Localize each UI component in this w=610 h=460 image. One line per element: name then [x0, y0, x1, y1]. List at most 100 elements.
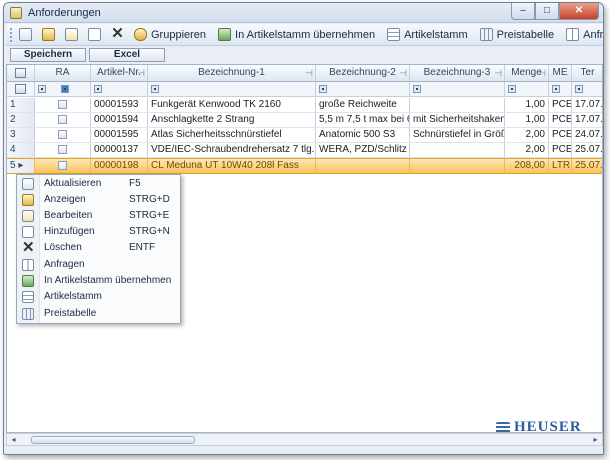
- table-row[interactable]: 2 00001594 Anschlagkette 2 Strang 5,5 m …: [7, 113, 603, 128]
- cell-ter: 24.07.2: [575, 129, 603, 140]
- cell-bez3: Schnürstiefel in Größe: [410, 128, 505, 142]
- filter-operator-icon[interactable]: [94, 85, 102, 93]
- cell-bez3: mit Sicherheitshaken v: [410, 113, 505, 127]
- pin-icon[interactable]: ⊣: [399, 65, 407, 81]
- excel-button[interactable]: Excel: [89, 48, 165, 62]
- column-chooser[interactable]: [7, 65, 35, 81]
- menu-item-transfer[interactable]: In Artikelstamm übernehmen: [17, 273, 180, 289]
- save-button[interactable]: Speichern: [10, 48, 86, 62]
- pin-icon[interactable]: ⊣: [305, 65, 313, 81]
- open-button[interactable]: [39, 26, 62, 44]
- price-label: Preistabelle: [496, 28, 555, 41]
- ra-checkbox-cell: [35, 143, 91, 157]
- filter-operator-icon[interactable]: [508, 85, 516, 93]
- menu-item-request[interactable]: Anfragen: [17, 257, 180, 273]
- menu-item-delete[interactable]: ✕ Löschen ENTF: [17, 240, 180, 256]
- title-bar[interactable]: Anforderungen – □ ✕: [4, 3, 603, 23]
- column-header-artnr[interactable]: Artikel-Nr. ⊣: [91, 65, 148, 81]
- column-header-bez2[interactable]: Bezeichnung-2 ⊣: [316, 65, 410, 81]
- delete-icon: ✕: [22, 239, 35, 256]
- menu-item-add[interactable]: Hinzufügen STRG+N: [17, 224, 180, 240]
- folder-open-icon: [42, 28, 55, 41]
- menu-item-refresh[interactable]: Aktualisieren F5: [17, 176, 180, 192]
- ra-checkbox[interactable]: [58, 115, 67, 124]
- row-number: 3: [7, 128, 35, 142]
- filter-operator-icon[interactable]: [575, 85, 583, 93]
- column-header-ra[interactable]: RA: [35, 65, 91, 81]
- close-button[interactable]: ✕: [559, 3, 599, 20]
- filter-operator-icon[interactable]: [151, 85, 159, 93]
- edit-icon: [65, 28, 78, 41]
- filter-ter[interactable]: [572, 82, 603, 96]
- ra-checkbox[interactable]: [58, 130, 67, 139]
- toolbar-grip-icon[interactable]: [10, 27, 12, 42]
- pin-icon[interactable]: ⊣: [538, 65, 546, 81]
- edit-button[interactable]: [62, 26, 85, 44]
- new-button[interactable]: [85, 26, 108, 44]
- table-row[interactable]: 3 00001595 Atlas Sicherheitsschnürstiefe…: [7, 128, 603, 143]
- ra-checkbox[interactable]: [58, 145, 67, 154]
- filter-bez1[interactable]: [148, 82, 316, 96]
- scroll-left-icon[interactable]: ◂: [7, 434, 20, 445]
- table-row-selected[interactable]: 5 ▸ 00000198 CL Meduna UT 10W40 208l Fas…: [7, 158, 603, 174]
- table-row[interactable]: 1 00001593 Funkgerät Kenwood TK 2160 gro…: [7, 98, 603, 113]
- filter-clear-icon[interactable]: [15, 84, 26, 94]
- menu-item-label: Anzeigen: [44, 194, 86, 205]
- filter-ra[interactable]: [35, 82, 91, 96]
- current-row-arrow-icon: ▸: [18, 160, 24, 171]
- delete-button[interactable]: ✕: [108, 26, 131, 44]
- table-row[interactable]: 4 00000137 VDE/IEC-Schraubendrehersatz 7…: [7, 143, 603, 158]
- menu-item-article-master[interactable]: Artikelstamm: [17, 289, 180, 305]
- cell-artnr: 00000198: [91, 159, 148, 173]
- filter-row: [7, 82, 602, 97]
- transfer-to-master-button[interactable]: In Artikelstamm übernehmen: [215, 26, 378, 44]
- column-header-bez1[interactable]: Bezeichnung-1 ⊣: [148, 65, 316, 81]
- window-controls: – □ ✕: [511, 3, 599, 20]
- column-header-menge[interactable]: Menge ⊣: [505, 65, 549, 81]
- menu-item-edit[interactable]: Bearbeiten STRG+E: [17, 208, 180, 224]
- filter-artnr[interactable]: [91, 82, 148, 96]
- column-header-label: Artikel-Nr.: [97, 67, 141, 78]
- filter-operator-icon[interactable]: [413, 85, 421, 93]
- ra-checkbox[interactable]: [58, 161, 67, 170]
- column-header-label: Bezeichnung-2: [329, 67, 396, 78]
- horizontal-scrollbar[interactable]: ◂ ▸: [6, 433, 603, 446]
- filter-menge[interactable]: [505, 82, 549, 96]
- filter-operator-icon[interactable]: [552, 85, 560, 93]
- cell-ter: 17.07.2: [575, 114, 603, 125]
- scroll-right-icon[interactable]: ▸: [589, 434, 602, 445]
- refresh-button[interactable]: [16, 26, 39, 44]
- new-document-icon: [22, 226, 34, 238]
- cell-bez3: [410, 98, 505, 112]
- cell-bez2: [316, 159, 410, 173]
- pin-icon[interactable]: ⊣: [494, 65, 502, 81]
- scroll-thumb[interactable]: [31, 436, 195, 444]
- cell-bez1: VDE/IEC-Schraubendrehersatz 7 tlg.: [148, 143, 316, 157]
- minimize-button[interactable]: –: [511, 3, 535, 20]
- column-header-ter[interactable]: Ter: [572, 65, 603, 81]
- column-header-me[interactable]: ME: [549, 65, 572, 81]
- ra-checkbox[interactable]: [58, 100, 67, 109]
- folder-open-icon: [22, 194, 34, 206]
- filter-bez2[interactable]: [316, 82, 410, 96]
- request-button[interactable]: Anfragen: [563, 26, 603, 44]
- maximize-button[interactable]: □: [535, 3, 559, 20]
- filter-bez3[interactable]: [410, 82, 505, 96]
- price-table-button[interactable]: Preistabelle: [477, 26, 557, 44]
- cell-artnr: 00001595: [91, 128, 148, 142]
- filter-operator-icon[interactable]: [38, 85, 46, 93]
- heuser-logo-icon: [496, 421, 510, 434]
- menu-item-price-table[interactable]: Preistabelle: [17, 306, 180, 322]
- menu-item-show[interactable]: Anzeigen STRG+D: [17, 192, 180, 208]
- cell-menge: 208,00: [505, 159, 549, 173]
- filter-me[interactable]: [549, 82, 572, 96]
- delete-icon: ✕: [111, 25, 124, 42]
- column-header-bez3[interactable]: Bezeichnung-3 ⊣: [410, 65, 505, 81]
- cell-me: PCE: [549, 113, 572, 127]
- filter-operator-icon[interactable]: [319, 85, 327, 93]
- group-button[interactable]: Gruppieren: [131, 26, 209, 44]
- article-master-button[interactable]: Artikelstamm: [384, 26, 471, 44]
- pin-icon[interactable]: ⊣: [137, 65, 145, 81]
- filter-checkbox-icon[interactable]: [61, 85, 70, 93]
- menu-item-shortcut: STRG+E: [129, 210, 170, 221]
